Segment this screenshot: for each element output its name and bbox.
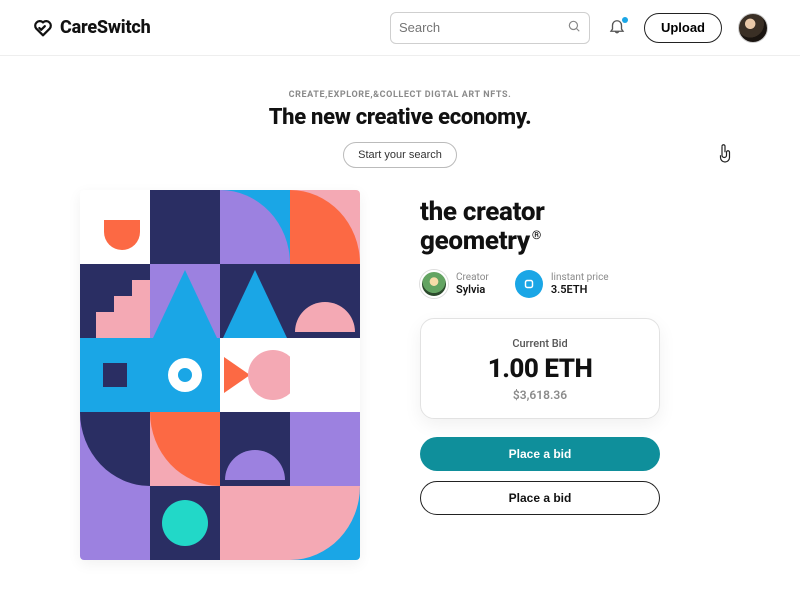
registered-mark: ® [532, 228, 541, 242]
hero: CREATE,EXPLORE,&COLLECT DIGTAL ART NFTS.… [0, 56, 800, 180]
brand-name: CareSwitch [60, 17, 151, 38]
search-input[interactable] [399, 20, 561, 35]
brand-logo[interactable]: CareSwitch [32, 17, 151, 39]
heart-icon [32, 17, 54, 39]
current-bid-usd: $3,618.36 [441, 388, 639, 402]
header: CareSwitch Upload [0, 0, 800, 56]
nft-artwork[interactable] [80, 190, 360, 560]
notifications-button[interactable] [606, 17, 628, 39]
creator-label: Creator [456, 272, 489, 284]
cta-column: Place a bid Place a bid [420, 437, 660, 515]
nft-title-line1: the creator [420, 197, 545, 227]
start-search-button[interactable]: Start your search [343, 142, 457, 168]
instant-price-block[interactable]: Iinstant price 3.5ETH [515, 270, 609, 298]
stop-icon [515, 270, 543, 298]
bid-card: Current Bid 1.00 ETH $3,618.36 [420, 318, 660, 419]
hero-overline: CREATE,EXPLORE,&COLLECT DIGTAL ART NFTS. [289, 90, 512, 100]
place-bid-primary-button[interactable]: Place a bid [420, 437, 660, 471]
nft-title-line2: geometry [420, 226, 530, 256]
nft-title: the creator geometry® [420, 198, 660, 256]
nft-details: the creator geometry® Creator Sylvia Iin… [420, 190, 660, 560]
creator-block[interactable]: Creator Sylvia [420, 270, 489, 298]
current-bid-amount: 1.00 ETH [441, 354, 639, 384]
instant-price-value: 3.5ETH [551, 283, 609, 296]
instant-price-label: Iinstant price [551, 272, 609, 284]
avatar[interactable] [738, 13, 768, 43]
upload-button[interactable]: Upload [644, 13, 722, 43]
current-bid-label: Current Bid [441, 337, 639, 350]
creator-name: Sylvia [456, 283, 489, 296]
meta-row: Creator Sylvia Iinstant price 3.5ETH [420, 270, 660, 298]
creator-avatar [420, 270, 448, 298]
search-icon [567, 18, 581, 37]
notification-dot-icon [622, 17, 628, 23]
search-input-wrap[interactable] [390, 12, 590, 44]
cursor-icon [716, 144, 734, 166]
hero-title: The new creative economy. [269, 105, 532, 130]
place-bid-secondary-button[interactable]: Place a bid [420, 481, 660, 515]
main: the creator geometry® Creator Sylvia Iin… [0, 180, 800, 560]
